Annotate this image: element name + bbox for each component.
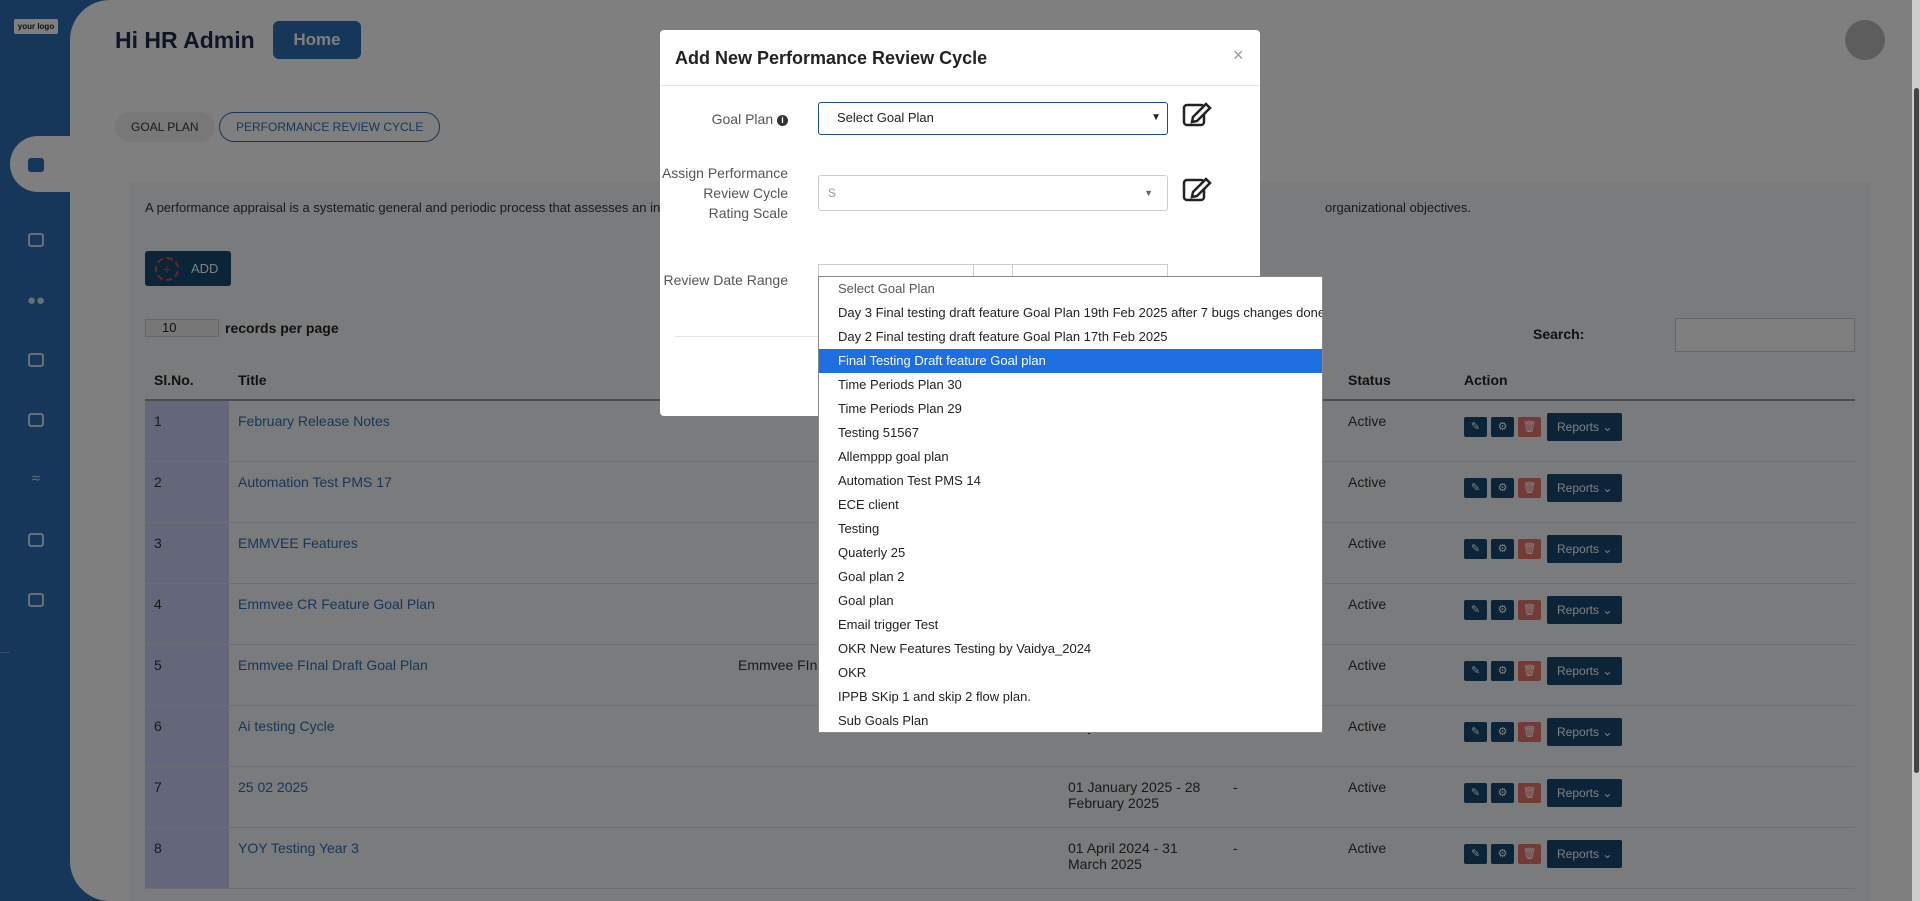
dropdown-option[interactable]: Time Periods Plan 29 [819,397,1322,421]
dropdown-option[interactable]: OKR [819,661,1322,685]
dropdown-option[interactable]: Select Goal Plan [819,277,1322,301]
dropdown-option[interactable]: Goal plan [819,589,1322,613]
close-icon[interactable]: × [1233,45,1244,66]
dropdown-option[interactable]: Time Periods Plan 30 [819,373,1322,397]
dropdown-option[interactable]: Allemppp goal plan [819,445,1322,469]
dropdown-option[interactable]: Day 2 Final testing draft feature Goal P… [819,325,1322,349]
modal-divider [660,85,1260,86]
dropdown-option[interactable]: Goal plan 2 [819,565,1322,589]
review-date-range-label: Review Date Range [663,272,788,288]
goal-plan-dropdown-list: Select Goal Plan Day 3 Final testing draf… [818,276,1323,733]
dropdown-option[interactable]: Final Testing Draft feature Goal plan [819,349,1322,373]
chevron-down-icon: ▼ [1144,188,1153,198]
dropdown-option[interactable]: Testing [819,517,1322,541]
dropdown-option[interactable]: IPPB SKip 1 and skip 2 flow plan. [819,685,1322,709]
dropdown-option[interactable]: ECE client [819,493,1322,517]
goal-plan-select-value: Select Goal Plan [837,110,934,125]
goal-plan-label-text: Goal Plan [711,111,774,127]
info-icon[interactable]: i [777,115,788,126]
goal-plan-label: Goal Plan i [660,109,788,129]
chevron-down-icon: ▼ [1151,112,1161,123]
dropdown-option[interactable]: Email trigger Test [819,613,1322,637]
edit-icon[interactable] [1182,175,1212,203]
rating-scale-select[interactable]: S ▼ [818,175,1168,211]
edit-icon[interactable] [1182,100,1212,128]
page-scrollbar-thumb[interactable] [1914,88,1919,773]
dropdown-option[interactable]: Sub Goals Plan [819,709,1322,732]
modal-title: Add New Performance Review Cycle [675,48,988,68]
dropdown-option[interactable]: Automation Test PMS 14 [819,469,1322,493]
dropdown-option[interactable]: Quaterly 25 [819,541,1322,565]
assign-rating-scale-label: Assign Performance Review Cycle Rating S… [661,165,788,221]
goal-plan-select[interactable]: Select Goal Plan ▼ [818,102,1168,135]
dropdown-option[interactable]: Testing 51567 [819,421,1322,445]
dropdown-option[interactable]: OKR New Features Testing by Vaidya_2024 [819,637,1322,661]
rating-scale-select-value: S [828,186,837,200]
dropdown-option[interactable]: Day 3 Final testing draft feature Goal P… [819,301,1322,325]
